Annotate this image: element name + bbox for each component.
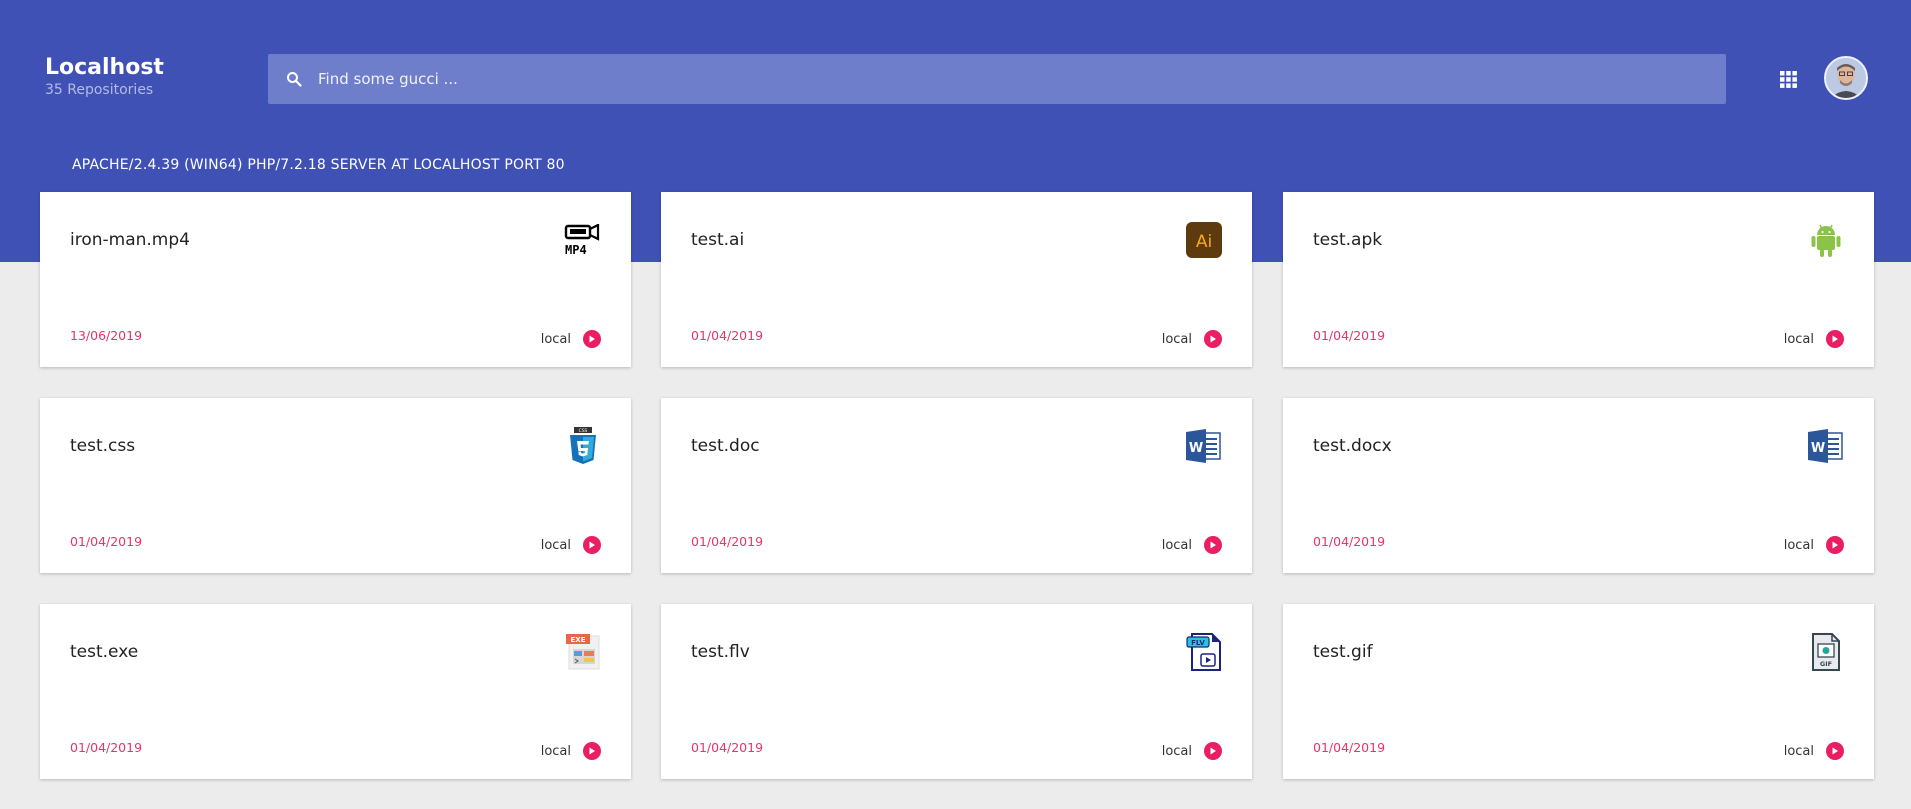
search-input[interactable] bbox=[316, 69, 1680, 89]
play-arrow-icon[interactable] bbox=[1826, 536, 1844, 554]
svg-text:MP4: MP4 bbox=[565, 243, 587, 256]
svg-text:FLV: FLV bbox=[1191, 639, 1205, 647]
word-docx-icon: W bbox=[1806, 426, 1846, 466]
file-date: 01/04/2019 bbox=[1313, 534, 1386, 549]
word-doc-icon: W bbox=[1184, 426, 1224, 466]
location-label: local bbox=[540, 537, 571, 553]
file-card[interactable]: test.apk 01/04/2019 local bbox=[1283, 192, 1874, 367]
file-date: 01/04/2019 bbox=[691, 328, 764, 343]
location-label: local bbox=[540, 331, 571, 347]
file-location[interactable]: local bbox=[1162, 742, 1222, 760]
svg-text:Ai: Ai bbox=[1196, 232, 1212, 252]
file-location[interactable]: local bbox=[541, 742, 601, 760]
play-arrow-icon[interactable] bbox=[583, 536, 601, 554]
file-name: test.exe bbox=[70, 642, 139, 662]
play-arrow-icon[interactable] bbox=[583, 330, 601, 348]
exe-file-icon: EXE bbox=[563, 632, 603, 672]
user-avatar[interactable] bbox=[1824, 56, 1868, 100]
site-title: Localhost bbox=[45, 55, 164, 80]
file-date: 01/04/2019 bbox=[70, 534, 143, 549]
file-name: test.apk bbox=[1313, 230, 1383, 250]
location-label: local bbox=[1783, 743, 1814, 759]
location-label: local bbox=[1161, 743, 1192, 759]
file-date: 01/04/2019 bbox=[1313, 328, 1386, 343]
file-date: 01/04/2019 bbox=[1313, 740, 1386, 755]
svg-text:W: W bbox=[1811, 441, 1825, 456]
file-name: test.docx bbox=[1313, 436, 1392, 456]
server-info: APACHE/2.4.39 (WIN64) PHP/7.2.18 SERVER … bbox=[72, 157, 565, 173]
search-bar[interactable] bbox=[268, 54, 1726, 104]
file-card[interactable]: test.css CSS 01/04/2019 local bbox=[40, 398, 631, 573]
file-location[interactable]: local bbox=[541, 330, 601, 348]
css3-file-icon: CSS bbox=[563, 426, 603, 466]
file-location[interactable]: local bbox=[1162, 330, 1222, 348]
file-name: test.flv bbox=[691, 642, 750, 662]
location-label: local bbox=[1783, 331, 1814, 347]
android-icon bbox=[1806, 220, 1846, 260]
file-location[interactable]: local bbox=[1784, 330, 1844, 348]
avatar-portrait-icon bbox=[1826, 58, 1866, 98]
gif-file-icon: GIF bbox=[1806, 632, 1846, 672]
apps-grid-icon[interactable] bbox=[1780, 71, 1797, 88]
play-arrow-icon[interactable] bbox=[1826, 742, 1844, 760]
file-name: test.doc bbox=[691, 436, 760, 456]
file-card[interactable]: test.doc W 01/04/2019 local bbox=[661, 398, 1252, 573]
play-arrow-icon[interactable] bbox=[583, 742, 601, 760]
file-name: iron-man.mp4 bbox=[70, 230, 190, 250]
play-arrow-icon[interactable] bbox=[1204, 536, 1222, 554]
file-card[interactable]: test.ai Ai 01/04/2019 local bbox=[661, 192, 1252, 367]
file-name: test.ai bbox=[691, 230, 745, 250]
file-date: 13/06/2019 bbox=[70, 328, 143, 343]
file-card[interactable]: test.flv FLV 01/04/2019 local bbox=[661, 604, 1252, 779]
file-card[interactable]: test.gif GIF 01/04/2019 local bbox=[1283, 604, 1874, 779]
file-card[interactable]: test.exe EXE 01/04/2019 local bbox=[40, 604, 631, 779]
file-location[interactable]: local bbox=[1162, 536, 1222, 554]
file-card[interactable]: test.docx W 01/04/2019 local bbox=[1283, 398, 1874, 573]
file-date: 01/04/2019 bbox=[691, 740, 764, 755]
location-label: local bbox=[1161, 331, 1192, 347]
svg-text:W: W bbox=[1189, 441, 1203, 456]
file-name: test.css bbox=[70, 436, 136, 456]
svg-text:EXE: EXE bbox=[571, 636, 586, 644]
file-date: 01/04/2019 bbox=[70, 740, 143, 755]
location-label: local bbox=[1161, 537, 1192, 553]
location-label: local bbox=[540, 743, 571, 759]
play-arrow-icon[interactable] bbox=[1826, 330, 1844, 348]
play-arrow-icon[interactable] bbox=[1204, 742, 1222, 760]
file-name: test.gif bbox=[1313, 642, 1373, 662]
illustrator-file-icon: Ai bbox=[1184, 220, 1224, 260]
svg-text:GIF: GIF bbox=[1820, 660, 1832, 668]
file-location[interactable]: local bbox=[1784, 536, 1844, 554]
search-icon bbox=[287, 72, 302, 87]
file-card[interactable]: iron-man.mp4 MP4 13/06/2019 local bbox=[40, 192, 631, 367]
file-location[interactable]: local bbox=[1784, 742, 1844, 760]
file-location[interactable]: local bbox=[541, 536, 601, 554]
flv-file-icon: FLV bbox=[1184, 632, 1224, 672]
mp4-file-icon: MP4 bbox=[563, 220, 603, 260]
brand: Localhost 35 Repositories bbox=[45, 54, 164, 98]
repository-count: 35 Repositories bbox=[45, 82, 154, 98]
file-date: 01/04/2019 bbox=[691, 534, 764, 549]
svg-text:CSS: CSS bbox=[579, 428, 588, 434]
play-arrow-icon[interactable] bbox=[1204, 330, 1222, 348]
location-label: local bbox=[1783, 537, 1814, 553]
